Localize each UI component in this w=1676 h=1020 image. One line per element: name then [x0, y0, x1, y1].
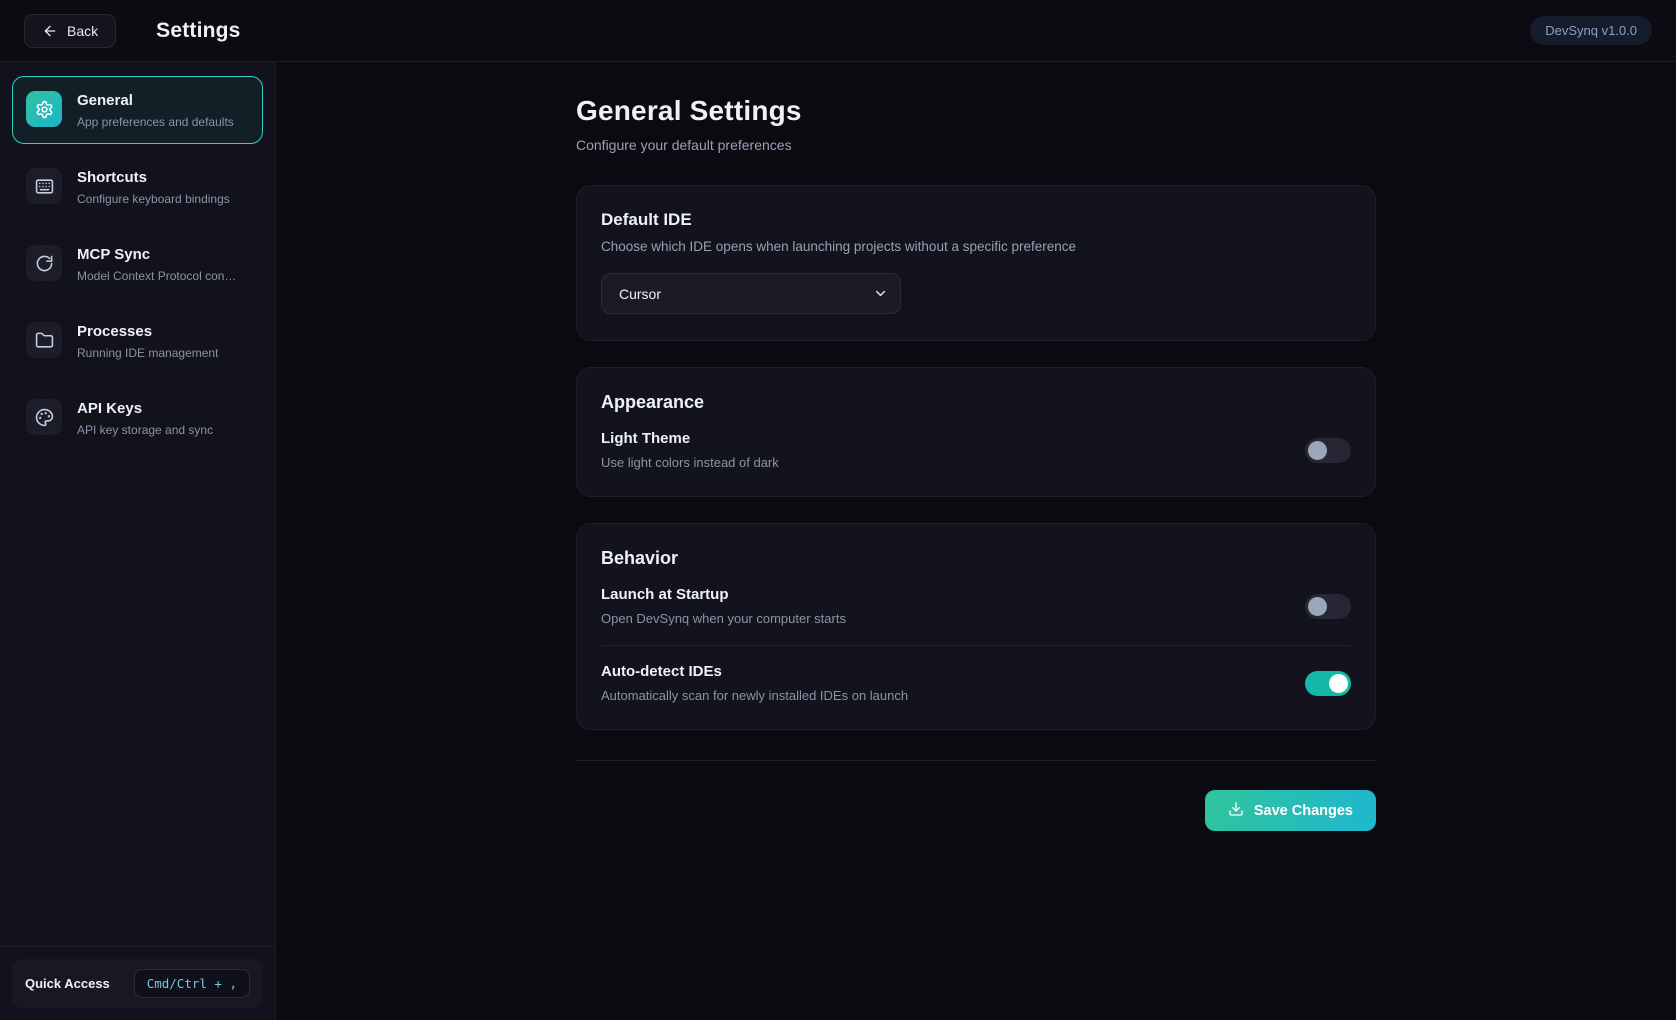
default-ide-card: Default IDE Choose which IDE opens when …	[576, 185, 1376, 341]
main-area: General Settings Configure your default …	[276, 62, 1676, 1020]
sidebar-item-shortcuts[interactable]: Shortcuts Configure keyboard bindings	[12, 153, 263, 221]
sidebar-item-label: General	[77, 91, 234, 109]
row-divider	[601, 645, 1351, 646]
sidebar-footer: Quick Access Cmd/Ctrl + ,	[0, 946, 275, 1020]
sidebar-item-label: Shortcuts	[77, 168, 230, 186]
actions-bar: Save Changes	[576, 760, 1376, 831]
auto-detect-ides-description: Automatically scan for newly installed I…	[601, 688, 908, 703]
light-theme-description: Use light colors instead of dark	[601, 455, 779, 470]
save-changes-label: Save Changes	[1254, 803, 1353, 819]
launch-at-startup-label: Launch at Startup	[601, 586, 846, 603]
sidebar-item-description: Running IDE management	[77, 346, 218, 360]
sidebar-item-mcp-sync[interactable]: MCP Sync Model Context Protocol con…	[12, 230, 263, 298]
launch-at-startup-description: Open DevSynq when your computer starts	[601, 611, 846, 626]
sidebar-item-label: MCP Sync	[77, 245, 236, 263]
behavior-card: Behavior Launch at Startup Open DevSynq …	[576, 523, 1376, 730]
auto-detect-ides-row: Auto-detect IDEs Automatically scan for …	[601, 663, 1351, 703]
save-changes-button[interactable]: Save Changes	[1205, 790, 1376, 831]
palette-icon	[26, 399, 62, 435]
light-theme-row: Light Theme Use light colors instead of …	[601, 430, 1351, 470]
download-icon	[1228, 801, 1244, 821]
version-badge: DevSynq v1.0.0	[1530, 16, 1652, 45]
settings-content: General Settings Configure your default …	[576, 62, 1376, 831]
quick-access-shortcut: Cmd/Ctrl + ,	[134, 969, 250, 998]
arrow-left-icon	[42, 23, 58, 39]
behavior-title: Behavior	[601, 548, 1351, 569]
sidebar-item-label: API Keys	[77, 399, 213, 417]
sidebar: General App preferences and defaults Sho…	[0, 62, 276, 1020]
quick-access-label: Quick Access	[25, 976, 110, 991]
default-ide-description: Choose which IDE opens when launching pr…	[601, 239, 1351, 254]
back-button[interactable]: Back	[24, 14, 116, 48]
default-ide-select-wrap: Cursor	[601, 273, 901, 314]
launch-at-startup-toggle[interactable]	[1305, 594, 1351, 619]
topbar: Back Settings DevSynq v1.0.0	[0, 0, 1676, 62]
appearance-title: Appearance	[601, 392, 1351, 413]
page-title: Settings	[156, 19, 240, 43]
sidebar-item-processes[interactable]: Processes Running IDE management	[12, 307, 263, 375]
light-theme-toggle[interactable]	[1305, 438, 1351, 463]
appearance-card: Appearance Light Theme Use light colors …	[576, 367, 1376, 497]
section-subtitle: Configure your default preferences	[576, 137, 1376, 153]
sidebar-item-description: Model Context Protocol con…	[77, 269, 236, 283]
default-ide-title: Default IDE	[601, 210, 1351, 230]
auto-detect-ides-label: Auto-detect IDEs	[601, 663, 908, 680]
keyboard-icon	[26, 168, 62, 204]
back-button-label: Back	[67, 23, 98, 39]
light-theme-label: Light Theme	[601, 430, 779, 447]
sidebar-nav: General App preferences and defaults Sho…	[0, 62, 275, 466]
sidebar-item-description: Configure keyboard bindings	[77, 192, 230, 206]
sidebar-item-general[interactable]: General App preferences and defaults	[12, 76, 263, 144]
gear-icon	[26, 91, 62, 127]
sidebar-item-label: Processes	[77, 322, 218, 340]
quick-access-panel: Quick Access Cmd/Ctrl + ,	[12, 959, 263, 1008]
default-ide-select[interactable]: Cursor	[601, 273, 901, 314]
sidebar-item-api-keys[interactable]: API Keys API key storage and sync	[12, 384, 263, 452]
launch-at-startup-row: Launch at Startup Open DevSynq when your…	[601, 586, 1351, 626]
sync-icon	[26, 245, 62, 281]
folder-icon	[26, 322, 62, 358]
section-heading: General Settings	[576, 95, 1376, 127]
sidebar-item-description: App preferences and defaults	[77, 115, 234, 129]
layout: General App preferences and defaults Sho…	[0, 62, 1676, 1020]
sidebar-item-description: API key storage and sync	[77, 423, 213, 437]
auto-detect-ides-toggle[interactable]	[1305, 671, 1351, 696]
